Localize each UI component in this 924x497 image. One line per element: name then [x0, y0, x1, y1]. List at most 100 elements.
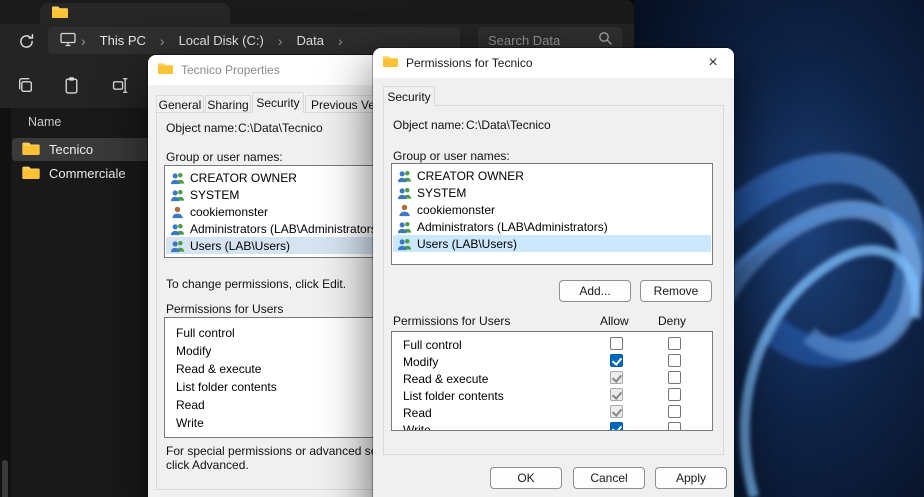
copy-icon [16, 76, 35, 95]
folder-icon [158, 61, 173, 79]
allow-checkbox-list-folder-contents[interactable] [610, 388, 623, 401]
folder-icon [383, 54, 398, 72]
deny-checkbox-full-control[interactable] [668, 337, 681, 350]
refresh-button[interactable] [12, 27, 40, 55]
file-name: Commerciale [49, 166, 126, 181]
advanced-hint-line2: click Advanced. [166, 458, 249, 472]
scrollbar-thumb[interactable] [2, 460, 8, 497]
dialog-title: Permissions for Tecnico [406, 56, 533, 70]
permission-name: Modify [403, 355, 438, 369]
chevron-right-icon: › [338, 34, 343, 48]
permission-row-read: Read [393, 404, 711, 421]
group-icon [170, 171, 185, 185]
cancel-button[interactable]: Cancel [573, 467, 645, 489]
remove-button[interactable]: Remove [640, 280, 712, 302]
group-list-item[interactable]: SYSTEM [393, 184, 711, 201]
allow-checkbox-modify[interactable] [610, 354, 623, 367]
close-button[interactable]: × [692, 48, 734, 78]
object-name-value: C:\Data\Tecnico [238, 121, 323, 135]
screen: › This PC › Local Disk (C:) › Data › [0, 0, 924, 497]
permission-name: Write [176, 416, 204, 430]
group-icon [397, 186, 412, 200]
permissions-dialog-titlebar: Permissions for Tecnico [373, 48, 734, 78]
allow-column-header: Allow [600, 314, 629, 328]
allow-checkbox-full-control[interactable] [610, 337, 623, 350]
allow-checkbox-read-execute[interactable] [610, 371, 623, 384]
this-pc-icon [60, 32, 76, 50]
chevron-right-icon: › [81, 34, 86, 48]
allow-checkbox-write[interactable] [610, 422, 623, 431]
deny-checkbox-read-execute[interactable] [668, 371, 681, 384]
group-name: SYSTEM [417, 186, 466, 200]
permission-name: Read [176, 398, 205, 412]
group-icon [397, 220, 412, 234]
deny-checkbox-modify[interactable] [668, 354, 681, 367]
group-list-item-selected[interactable]: Users (LAB\Users) [393, 235, 711, 252]
group-name: Administrators (LAB\Administrators) [417, 220, 608, 234]
tab-general[interactable]: General [156, 95, 204, 113]
rename-button[interactable] [106, 70, 136, 100]
group-icon [170, 188, 185, 202]
user-icon [397, 203, 412, 217]
permission-name: Read [403, 406, 432, 420]
group-icon [170, 239, 185, 253]
object-name-value: C:\Data\Tecnico [466, 118, 551, 132]
group-name: CREATOR OWNER [417, 169, 524, 183]
deny-checkbox-write[interactable] [668, 422, 681, 431]
permission-name: List folder contents [176, 380, 277, 394]
group-name: Users (LAB\Users) [417, 237, 517, 251]
tab-sharing[interactable]: Sharing [205, 95, 251, 113]
copy-button[interactable] [10, 70, 40, 100]
permission-name: Write [403, 423, 431, 431]
tab-security[interactable]: Security [252, 92, 304, 113]
explorer-tab[interactable] [40, 3, 230, 24]
group-list-item[interactable]: Administrators (LAB\Administrators) [393, 218, 711, 235]
chevron-right-icon: › [160, 34, 165, 48]
group-icon [397, 237, 412, 251]
allow-checkbox-read[interactable] [610, 405, 623, 418]
group-list-item[interactable]: cookiemonster [393, 201, 711, 218]
add-button[interactable]: Add... [559, 280, 631, 302]
permissions-dialog: Permissions for Tecnico × Security Objec… [373, 48, 734, 497]
permission-name: Full control [176, 326, 235, 340]
breadcrumb-this-pc[interactable]: This PC [91, 33, 155, 48]
search-input[interactable] [488, 33, 592, 48]
paste-icon [62, 76, 81, 95]
permission-row-modify: Modify [393, 353, 711, 370]
folder-icon [22, 141, 40, 158]
paste-button[interactable] [56, 70, 86, 100]
group-name: cookiemonster [190, 205, 268, 219]
group-name: Administrators (LAB\Administrators) [190, 222, 381, 236]
permissions-list: Full control Modify Read & execute List … [391, 331, 713, 431]
window-left-edge [0, 108, 11, 497]
deny-checkbox-read[interactable] [668, 405, 681, 418]
explorer-tab-strip [0, 0, 634, 24]
file-name: Tecnico [49, 142, 93, 157]
group-icon [170, 222, 185, 236]
deny-checkbox-list-folder-contents[interactable] [668, 388, 681, 401]
ok-button[interactable]: OK [490, 467, 562, 489]
group-name: Users (LAB\Users) [190, 239, 290, 253]
permission-row-list-folder-contents: List folder contents [393, 387, 711, 404]
deny-column-header: Deny [658, 314, 686, 328]
rename-icon [112, 76, 131, 95]
permission-row-read-execute: Read & execute [393, 370, 711, 387]
group-list: CREATOR OWNER SYSTEM cookiemonster Admin… [391, 163, 713, 265]
group-name: SYSTEM [190, 188, 239, 202]
breadcrumb-data[interactable]: Data [288, 33, 333, 48]
permission-name: Read & execute [403, 372, 488, 386]
permission-row-full-control: Full control [393, 336, 711, 353]
tab-security[interactable]: Security [383, 86, 435, 106]
group-names-label: Group or user names: [393, 149, 510, 163]
permission-row-write: Write [393, 421, 711, 431]
permission-name: Read & execute [176, 362, 261, 376]
edit-hint: To change permissions, click Edit. [166, 277, 346, 291]
column-header-name[interactable]: Name [28, 115, 61, 129]
group-list-item[interactable]: CREATOR OWNER [393, 167, 711, 184]
refresh-icon [18, 33, 35, 50]
folder-icon [52, 5, 68, 23]
apply-button[interactable]: Apply [655, 467, 727, 489]
group-icon [397, 169, 412, 183]
breadcrumb-local-disk-c[interactable]: Local Disk (C:) [170, 33, 273, 48]
chevron-right-icon: › [278, 34, 283, 48]
